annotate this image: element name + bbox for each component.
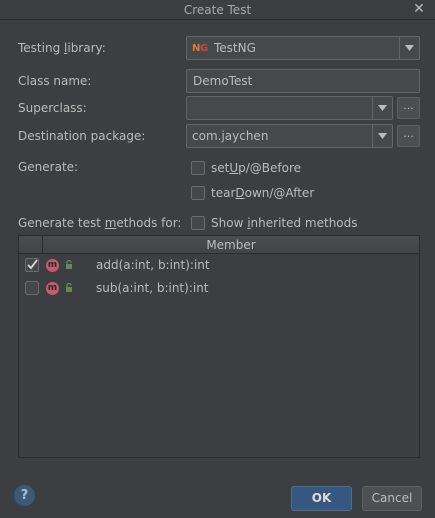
setup-checkbox[interactable] [191,161,205,175]
class-name-input[interactable]: DemoTest [186,69,420,93]
method-icon: m [46,259,59,272]
setup-label[interactable]: setUp/@Before [211,161,301,175]
destination-package-value: com.jaychen [192,129,269,143]
method-signature: sub(a:int, b:int):int [96,281,209,295]
public-lock-icon [66,260,72,269]
header-check-column[interactable] [19,236,43,253]
testing-library-label: Testing library: [18,41,106,55]
methods-label: Generate test methods for: [18,216,182,230]
testing-library-value: TestNG [214,41,256,55]
teardown-label[interactable]: tearDown/@After [211,186,314,200]
help-icon[interactable]: ? [14,485,35,506]
method-icon: m [46,282,59,295]
superclass-browse-button[interactable]: ... [397,97,420,119]
show-inherited-checkbox[interactable] [191,216,205,230]
title-bar: Create Test ✕ [0,0,435,20]
cancel-button[interactable]: Cancel [362,486,422,511]
destination-package-select[interactable]: com.jaychen [186,124,393,148]
row-checkbox[interactable] [25,281,39,295]
row-checkbox[interactable] [25,258,39,272]
close-icon[interactable]: ✕ [411,1,427,17]
show-inherited-label[interactable]: Show inherited methods [211,216,358,230]
generate-label: Generate: [18,160,79,174]
members-table[interactable]: Member m add(a:int, b:int):int m sub(a:i… [18,235,420,458]
table-header: Member [19,236,419,254]
testing-library-select[interactable]: NG TestNG [186,36,420,60]
destination-package-browse-button[interactable]: ... [397,125,420,147]
destination-package-label: Destination package: [18,129,146,143]
window-title: Create Test [183,2,252,17]
method-signature: add(a:int, b:int):int [96,258,210,272]
class-name-label: Class name: [18,74,92,88]
svg-text:G: G [200,43,208,53]
table-row[interactable]: m add(a:int, b:int):int [19,254,419,277]
checkmark-icon [27,259,38,270]
testng-icon: NG [192,41,210,56]
chevron-down-icon[interactable] [372,125,392,147]
public-lock-icon [66,283,72,292]
superclass-select[interactable] [186,96,393,120]
member-column-header[interactable]: Member [43,236,419,253]
chevron-down-icon[interactable] [399,37,419,59]
chevron-down-icon[interactable] [372,97,392,119]
superclass-label: Superclass: [18,101,87,115]
ok-button[interactable]: OK [291,486,352,511]
table-row[interactable]: m sub(a:int, b:int):int [19,277,419,300]
teardown-checkbox[interactable] [191,186,205,200]
